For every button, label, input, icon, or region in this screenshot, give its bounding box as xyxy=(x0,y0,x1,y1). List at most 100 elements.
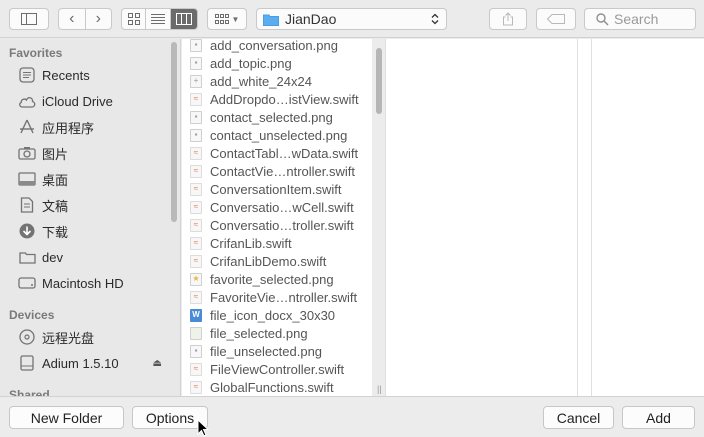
file-name: Conversatio…troller.swift xyxy=(210,217,354,233)
file-row[interactable]: ≈ Conversatio…wCell.swift xyxy=(182,198,368,216)
png-file-icon: ▪ xyxy=(190,110,202,124)
file-row[interactable]: ≈ ConversationItem.swift xyxy=(182,180,368,198)
swift-file-icon: ≈ xyxy=(190,92,202,106)
add-button[interactable]: Add xyxy=(622,406,695,429)
share-button[interactable] xyxy=(489,8,527,30)
folder-icon xyxy=(263,14,279,26)
file-row[interactable]: ▪ contact_selected.png xyxy=(182,108,368,126)
sidebar-item-icloud[interactable]: iCloud Drive xyxy=(17,90,167,112)
sidebar-item-macintosh-hd[interactable]: Macintosh HD xyxy=(17,272,167,294)
eject-icon[interactable]: ⏏ xyxy=(153,358,162,369)
sidebar-item-desktop[interactable]: 桌面 xyxy=(17,168,167,190)
file-row[interactable]: ▪ file_unselected.png xyxy=(182,342,368,360)
sidebar-item-adium[interactable]: Adium 1.5.10 ⏏ xyxy=(17,352,167,374)
png-file-icon: ▪ xyxy=(190,56,202,70)
cloud-icon xyxy=(17,92,37,110)
view-mode-control xyxy=(121,8,198,30)
file-name: Conversatio…wCell.swift xyxy=(210,199,354,215)
empty-column-3 xyxy=(578,39,591,396)
file-row[interactable]: ▪ contact_unselected.png xyxy=(182,126,368,144)
sidebar-item-label: Recents xyxy=(42,67,90,83)
file-name: FileViewController.swift xyxy=(210,361,345,377)
tag-button[interactable] xyxy=(536,8,576,30)
file-row[interactable]: ≈ ContactTabl…wData.swift xyxy=(182,144,368,162)
sidebar-toggle-button[interactable] xyxy=(9,8,49,30)
file-row[interactable]: ≈ CrifanLibDemo.swift xyxy=(182,252,368,270)
swift-file-icon: ≈ xyxy=(190,362,202,376)
grid-icon xyxy=(127,13,140,25)
arrange-button[interactable]: ▼ xyxy=(207,8,247,30)
file-name: ConversationItem.swift xyxy=(210,181,342,197)
file-row[interactable]: ▪ add_conversation.png xyxy=(182,39,368,54)
file-row[interactable]: ≈ CrifanLib.swift xyxy=(182,234,368,252)
file-name: contact_selected.png xyxy=(210,109,333,125)
file-name: add_conversation.png xyxy=(210,39,338,53)
image-file-icon xyxy=(190,326,202,340)
file-row[interactable]: Wfile_icon_docx_30x30 xyxy=(182,306,368,324)
column-view-button[interactable] xyxy=(170,9,197,29)
sidebar-item-recents[interactable]: Recents xyxy=(17,64,167,86)
plus-image-icon: + xyxy=(190,74,202,88)
list-icon xyxy=(151,14,166,24)
file-name: file_selected.png xyxy=(210,325,308,341)
file-column-scrollbar[interactable] xyxy=(376,48,382,114)
list-view-button[interactable] xyxy=(146,9,171,29)
sidebar-item-pictures[interactable]: 图片 xyxy=(17,142,167,164)
png-file-icon: ▪ xyxy=(190,344,202,358)
file-row[interactable]: ≈ GlobalFunctions.swift xyxy=(182,378,368,396)
sidebar-scrollbar[interactable] xyxy=(171,42,177,222)
sidebar-item-remote-disc[interactable]: 远程光盘 xyxy=(17,326,167,348)
file-name: FavoriteVie…ntroller.swift xyxy=(210,289,358,305)
column-resize-handle[interactable]: || xyxy=(377,384,382,394)
forward-button[interactable]: › xyxy=(86,9,112,29)
sidebar-item-documents[interactable]: 文稿 xyxy=(17,194,167,216)
file-name: file_icon_docx_30x30 xyxy=(210,307,336,323)
png-file-icon: ▪ xyxy=(190,39,202,52)
chevron-down-icon: ▼ xyxy=(231,14,240,24)
document-icon xyxy=(17,196,37,214)
swift-file-icon: ≈ xyxy=(190,236,202,250)
back-forward-control: ‹ › xyxy=(58,8,112,30)
columns-icon xyxy=(175,13,192,25)
preview-column xyxy=(592,39,704,396)
file-name: favorite_selected.png xyxy=(210,271,334,287)
sidebar-item-dev[interactable]: dev xyxy=(17,246,167,268)
swift-file-icon: ≈ xyxy=(190,254,202,268)
cancel-button[interactable]: Cancel xyxy=(543,406,614,429)
file-name: file_unselected.png xyxy=(210,343,323,359)
file-row[interactable]: ≈ Conversatio…troller.swift xyxy=(182,216,368,234)
swift-file-icon: ≈ xyxy=(190,290,202,304)
file-row[interactable]: ≈ FileViewController.swift xyxy=(182,360,368,378)
file-row[interactable]: ▪ add_topic.png xyxy=(182,54,368,72)
back-button[interactable]: ‹ xyxy=(59,9,86,29)
file-row[interactable]: ≈ FavoriteVie…ntroller.swift xyxy=(182,288,368,306)
sidebar-item-downloads[interactable]: 下载 xyxy=(17,220,167,242)
folder-icon xyxy=(17,248,37,266)
icon-view-button[interactable] xyxy=(122,9,147,29)
path-popup[interactable]: JianDao xyxy=(256,8,447,30)
search-field[interactable]: Search xyxy=(584,8,696,30)
swift-file-icon: ≈ xyxy=(190,146,202,160)
file-row[interactable]: ★ favorite_selected.png xyxy=(182,270,368,288)
file-name: ContactTabl…wData.swift xyxy=(210,145,359,161)
file-name: add_white_24x24 xyxy=(210,73,312,89)
chevron-left-icon: ‹ xyxy=(69,10,75,27)
sidebar-item-label: Adium 1.5.10 xyxy=(42,355,119,371)
search-placeholder: Search xyxy=(614,11,659,27)
disc-icon xyxy=(17,328,37,346)
swift-file-icon: ≈ xyxy=(190,200,202,214)
bottom-bar: New Folder Options Cancel Add xyxy=(0,396,704,437)
file-row[interactable]: ≈ ContactVie…ntroller.swift xyxy=(182,162,368,180)
sidebar-item-label: Macintosh HD xyxy=(42,275,124,291)
sidebar-item-applications[interactable]: 应用程序 xyxy=(17,116,167,138)
sidebar-item-label: 下载 xyxy=(42,224,69,240)
search-icon xyxy=(596,12,609,26)
file-row[interactable]: + add_white_24x24 xyxy=(182,72,368,90)
shared-header: Shared xyxy=(9,388,50,396)
new-folder-button[interactable]: New Folder xyxy=(9,406,124,429)
tag-icon xyxy=(547,14,565,24)
file-name: contact_unselected.png xyxy=(210,127,348,143)
file-row[interactable]: ≈ AddDropdo…istView.swift xyxy=(182,90,368,108)
file-row[interactable]: file_selected.png xyxy=(182,324,368,342)
applications-icon xyxy=(17,118,37,136)
